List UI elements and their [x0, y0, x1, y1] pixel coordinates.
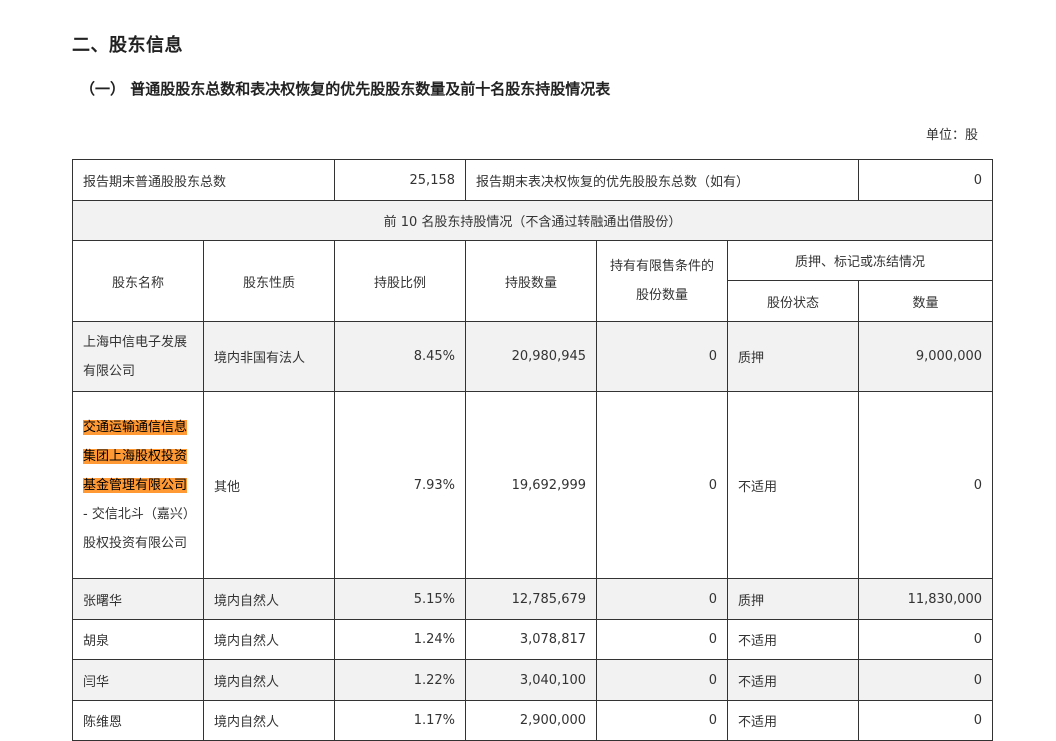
- table-row: 张曙华 境内自然人 5.15% 12,785,679 0 质押 11,830,0…: [72, 578, 994, 620]
- holding-quantity: 12,785,679: [465, 578, 598, 620]
- header-status: 股份状态: [727, 280, 860, 322]
- header-quantity: 持股数量: [465, 240, 598, 322]
- summary-row: 报告期末普通股股东总数 25,158 报告期末表决权恢复的优先股股东总数（如有）…: [71, 159, 994, 201]
- holding-ratio: 5.15%: [334, 578, 467, 620]
- top10-caption-row: 前 10 名股东持股情况（不含通过转融通出借股份）: [71, 200, 994, 241]
- shareholder-name: 交通运输通信信息集团上海股权投资基金管理有限公司 - 交信北斗（嘉兴）股权投资有…: [72, 391, 204, 579]
- holding-quantity: 20,980,945: [465, 321, 598, 392]
- table-row: 闫华 境内自然人 1.22% 3,040,100 0 不适用 0: [72, 659, 994, 701]
- top10-caption: 前 10 名股东持股情况（不含通过转融通出借股份）: [71, 200, 994, 241]
- pledge-amount: 11,830,000: [858, 578, 994, 620]
- shareholder-name: 上海中信电子发展有限公司: [72, 321, 204, 392]
- holding-quantity: 19,692,999: [465, 391, 598, 579]
- restricted-shares: 0: [596, 578, 729, 620]
- shareholder-nature: 境内自然人: [202, 700, 336, 741]
- pledge-amount: 0: [858, 700, 994, 741]
- holding-ratio: 1.17%: [334, 700, 467, 741]
- unit-label: 单位：股: [925, 128, 978, 143]
- header-row-1: 股东名称 股东性质 持股比例 持股数量 持有有限售条件的股份数量 质押、标记或冻…: [72, 240, 994, 322]
- pref-holders-value: 0: [858, 159, 994, 201]
- table-row: 上海中信电子发展有限公司 境内非国有法人 8.45% 20,980,945 0 …: [72, 321, 994, 392]
- shareholder-name: 胡泉: [72, 619, 204, 660]
- share-status: 不适用: [727, 391, 860, 579]
- share-status: 不适用: [727, 700, 860, 741]
- shareholder-name: 闫华: [72, 659, 204, 701]
- share-status: 不适用: [727, 619, 860, 660]
- table-row: 交通运输通信信息集团上海股权投资基金管理有限公司 - 交信北斗（嘉兴）股权投资有…: [72, 391, 994, 579]
- shareholder-nature: 境内自然人: [202, 619, 336, 660]
- header-amount: 数量: [858, 280, 994, 322]
- header-ratio: 持股比例: [334, 240, 467, 322]
- pledge-amount: 0: [858, 391, 994, 579]
- header-restricted: 持有有限售条件的股份数量: [596, 240, 729, 322]
- shareholder-table: 报告期末普通股股东总数 25,158 报告期末表决权恢复的优先股股东总数（如有）…: [71, 159, 994, 741]
- restricted-shares: 0: [596, 700, 729, 741]
- shareholder-nature: 境内自然人: [202, 659, 336, 701]
- holding-quantity: 3,078,817: [465, 619, 598, 660]
- shareholder-name: 张曙华: [72, 578, 204, 620]
- restricted-shares: 0: [596, 391, 729, 579]
- share-status: 质押: [727, 578, 860, 620]
- shareholder-name: 陈维恩: [72, 700, 204, 741]
- shareholder-nature: 境内非国有法人: [202, 321, 336, 392]
- holding-ratio: 1.24%: [334, 619, 467, 660]
- restricted-shares: 0: [596, 659, 729, 701]
- name-suffix: - 交信北斗（嘉兴）股权投资有限公司: [83, 506, 190, 551]
- holding-ratio: 8.45%: [334, 321, 467, 392]
- restricted-shares: 0: [596, 321, 729, 392]
- holding-quantity: 3,040,100: [465, 659, 598, 701]
- common-holders-value: 25,158: [334, 159, 467, 201]
- shareholder-nature: 境内自然人: [202, 578, 336, 620]
- restricted-shares: 0: [596, 619, 729, 660]
- pledge-amount: 9,000,000: [858, 321, 994, 392]
- holding-ratio: 1.22%: [334, 659, 467, 701]
- share-status: 不适用: [727, 659, 860, 701]
- holding-ratio: 7.93%: [334, 391, 467, 579]
- header-nature: 股东性质: [202, 240, 336, 322]
- table-row: 陈维恩 境内自然人 1.17% 2,900,000 0 不适用 0: [72, 700, 994, 741]
- common-holders-label: 报告期末普通股股东总数: [71, 159, 336, 201]
- shareholder-nature: 其他: [202, 391, 336, 579]
- pledge-amount: 0: [858, 659, 994, 701]
- header-name: 股东名称: [72, 240, 204, 322]
- pref-holders-label: 报告期末表决权恢复的优先股股东总数（如有）: [465, 159, 860, 201]
- section-title: 二、股东信息: [72, 35, 183, 56]
- pledge-amount: 0: [858, 619, 994, 660]
- header-pledge-group: 质押、标记或冻结情况: [727, 240, 994, 281]
- share-status: 质押: [727, 321, 860, 392]
- table-row: 胡泉 境内自然人 1.24% 3,078,817 0 不适用 0: [72, 619, 994, 660]
- subsection-title: （一） 普通股股东总数和表决权恢复的优先股股东数量及前十名股东持股情况表: [80, 80, 611, 98]
- holding-quantity: 2,900,000: [465, 700, 598, 741]
- highlighted-name: 交通运输通信信息集团上海股权投资基金管理有限公司: [83, 419, 188, 493]
